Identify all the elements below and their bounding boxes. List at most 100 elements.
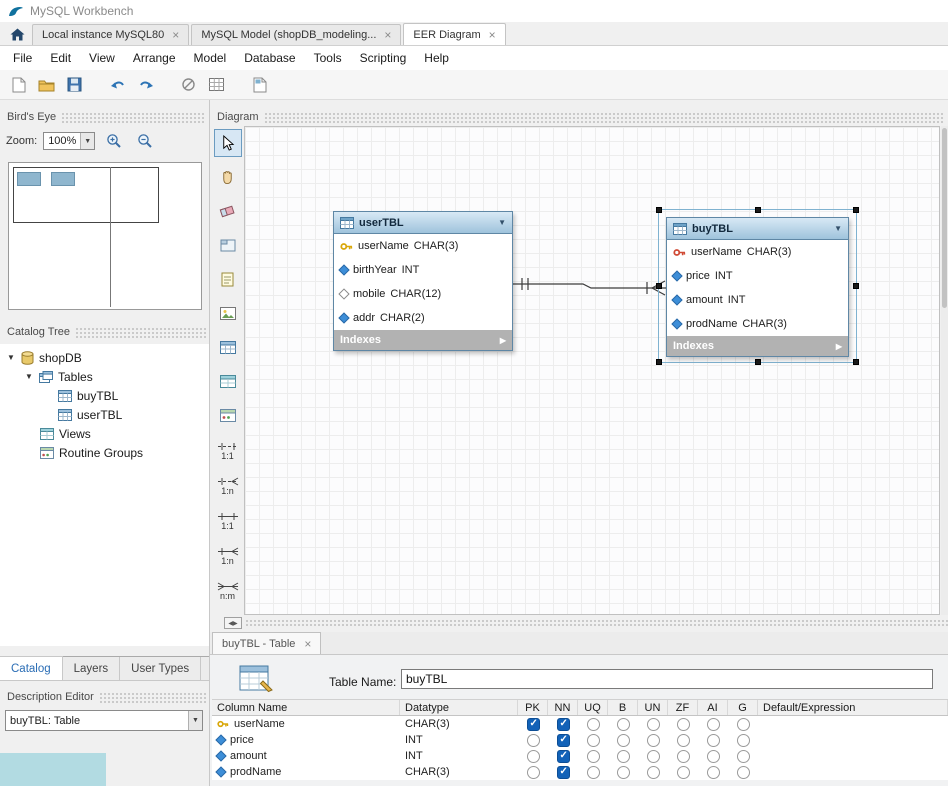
menu-tools[interactable]: Tools <box>305 48 351 68</box>
horizontal-scrollbar[interactable]: ◀▶ <box>224 616 948 630</box>
un-checkbox[interactable] <box>646 717 660 731</box>
resize-handle[interactable] <box>754 207 761 213</box>
nn-checkbox[interactable] <box>556 733 570 747</box>
col-header-column-name[interactable]: Column Name <box>212 700 400 715</box>
col-header-uq[interactable]: UQ <box>578 700 608 715</box>
cell-datatype[interactable]: CHAR(3) <box>400 764 518 780</box>
redo-button[interactable] <box>133 73 158 97</box>
note-tool-button[interactable] <box>214 265 242 293</box>
close-icon[interactable]: × <box>172 29 179 41</box>
nn-checkbox[interactable] <box>556 765 570 779</box>
resize-handle[interactable] <box>656 207 662 213</box>
zf-checkbox[interactable] <box>676 733 690 747</box>
zf-checkbox[interactable] <box>676 765 690 779</box>
uq-checkbox[interactable] <box>586 717 600 731</box>
tree-node-tables[interactable]: ▼ Tables <box>0 367 209 386</box>
description-text-area[interactable] <box>0 753 106 786</box>
tab-layers[interactable]: Layers <box>63 657 121 680</box>
rel-n-m-tool-button[interactable]: n:m <box>214 575 242 607</box>
menu-scripting[interactable]: Scripting <box>351 48 416 68</box>
image-tool-button[interactable] <box>214 299 242 327</box>
indexes-bar[interactable]: Indexes ▶ <box>667 336 848 356</box>
cell-default[interactable] <box>758 716 948 732</box>
ai-checkbox[interactable] <box>706 717 720 731</box>
er-table-header[interactable]: buyTBL ▼ <box>667 218 848 240</box>
expander-icon[interactable]: ▼ <box>6 353 16 362</box>
vertical-scrollbar[interactable] <box>941 126 948 615</box>
nn-checkbox[interactable] <box>556 717 570 731</box>
col-header-datatype[interactable]: Datatype <box>400 700 518 715</box>
save-model-button[interactable] <box>62 73 87 97</box>
cell-default[interactable] <box>758 748 948 764</box>
tree-node-usertbl[interactable]: userTBL <box>0 405 209 424</box>
scrollbar-thumb[interactable] <box>942 128 947 308</box>
un-checkbox[interactable] <box>646 765 660 779</box>
grid-row-username[interactable]: userName CHAR(3) <box>212 716 948 732</box>
uq-checkbox[interactable] <box>586 733 600 747</box>
grid-row-prodname[interactable]: prodName CHAR(3) <box>212 764 948 780</box>
chevron-down-icon[interactable]: ▼ <box>188 711 202 730</box>
tree-node-views[interactable]: Views <box>0 424 209 443</box>
scrollbar-track[interactable] <box>245 618 948 628</box>
ai-checkbox[interactable] <box>706 765 720 779</box>
close-icon[interactable]: × <box>384 29 391 41</box>
zf-checkbox[interactable] <box>676 717 690 731</box>
menu-arrange[interactable]: Arrange <box>124 48 185 68</box>
col-header-b[interactable]: B <box>608 700 638 715</box>
uq-checkbox[interactable] <box>586 765 600 779</box>
col-header-ai[interactable]: AI <box>698 700 728 715</box>
expand-arrow-icon[interactable]: ▶ <box>836 342 842 351</box>
tab-mysql-model[interactable]: MySQL Model (shopDB_modeling... × <box>191 24 402 45</box>
tab-user-types[interactable]: User Types <box>120 657 202 680</box>
grid-row-price[interactable]: price INT <box>212 732 948 748</box>
cell-datatype[interactable]: INT <box>400 748 518 764</box>
b-checkbox[interactable] <box>616 733 630 747</box>
menu-database[interactable]: Database <box>235 48 304 68</box>
er-table-header[interactable]: userTBL ▼ <box>334 212 512 234</box>
col-header-pk[interactable]: PK <box>518 700 548 715</box>
col-header-zf[interactable]: ZF <box>668 700 698 715</box>
resize-handle[interactable] <box>656 283 662 289</box>
b-checkbox[interactable] <box>616 765 630 779</box>
new-document-button[interactable] <box>6 73 31 97</box>
collapse-caret-icon[interactable]: ▼ <box>834 224 842 233</box>
cell-datatype[interactable]: INT <box>400 732 518 748</box>
uq-checkbox[interactable] <box>586 749 600 763</box>
er-column-row[interactable]: userName CHAR(3) <box>334 234 512 258</box>
er-table-buytbl[interactable]: buyTBL ▼ userName CHAR(3) price INT amou… <box>666 217 849 357</box>
tree-node-routine-groups[interactable]: Routine Groups <box>0 443 209 462</box>
er-table-usertbl[interactable]: userTBL ▼ userName CHAR(3) birthYear INT… <box>333 211 513 351</box>
zf-checkbox[interactable] <box>676 749 690 763</box>
tree-node-buytbl[interactable]: buyTBL <box>0 386 209 405</box>
g-checkbox[interactable] <box>736 765 750 779</box>
menu-model[interactable]: Model <box>185 48 236 68</box>
col-header-g[interactable]: G <box>728 700 758 715</box>
home-tab-button[interactable] <box>2 23 32 45</box>
col-header-nn[interactable]: NN <box>548 700 578 715</box>
menu-file[interactable]: File <box>4 48 41 68</box>
g-checkbox[interactable] <box>736 733 750 747</box>
col-header-un[interactable]: UN <box>638 700 668 715</box>
cell-default[interactable] <box>758 732 948 748</box>
grid-row-amount[interactable]: amount INT <box>212 748 948 764</box>
resize-handle[interactable] <box>853 359 859 365</box>
select-tool-button[interactable] <box>213 129 242 157</box>
col-header-default[interactable]: Default/Expression <box>758 700 948 715</box>
view-tool-button[interactable] <box>214 367 242 395</box>
er-column-row[interactable]: userName CHAR(3) <box>667 240 848 264</box>
menu-help[interactable]: Help <box>415 48 458 68</box>
nn-checkbox[interactable] <box>556 749 570 763</box>
menu-edit[interactable]: Edit <box>41 48 80 68</box>
table-name-input[interactable] <box>401 669 933 689</box>
undo-button[interactable] <box>105 73 130 97</box>
description-object-select[interactable]: buyTBL: Table ▼ <box>5 710 203 731</box>
birdseye-minimap[interactable] <box>8 162 202 310</box>
rel-1-n-non-identifying-tool-button[interactable]: 1:n <box>214 470 242 502</box>
g-checkbox[interactable] <box>736 717 750 731</box>
close-icon[interactable]: × <box>489 29 496 41</box>
toggle-grid-button[interactable] <box>176 73 201 97</box>
cell-default[interactable] <box>758 764 948 780</box>
relationship-line[interactable] <box>245 127 940 615</box>
indexes-bar[interactable]: Indexes ▶ <box>334 330 512 350</box>
er-column-row[interactable]: birthYear INT <box>334 258 512 282</box>
